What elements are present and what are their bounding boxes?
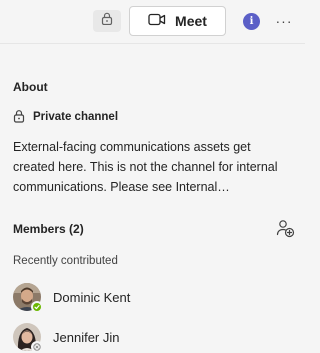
private-channel-lock-button[interactable] (93, 10, 121, 32)
recently-contributed-label: Recently contributed (13, 255, 118, 267)
members-heading: Members (2) (13, 222, 84, 236)
presence-offline-icon (31, 341, 43, 353)
info-icon[interactable]: i (243, 13, 260, 30)
avatar (13, 323, 43, 353)
member-item-jennifer-jin[interactable]: Jennifer Jin (13, 323, 120, 353)
lock-icon (13, 109, 25, 126)
video-camera-icon (148, 13, 166, 29)
channel-header: Meet i ··· (0, 0, 305, 44)
member-name: Jennifer Jin (53, 329, 120, 345)
presence-available-icon (31, 301, 43, 313)
channel-type-row: Private channel (13, 109, 118, 125)
avatar (13, 283, 43, 313)
meet-button-label: Meet (175, 13, 207, 29)
channel-description: External-facing communications assets ge… (13, 140, 278, 194)
member-item-dominic-kent[interactable]: Dominic Kent (13, 283, 131, 313)
add-member-icon[interactable] (275, 218, 295, 238)
more-options-icon[interactable]: ··· (274, 11, 294, 31)
channel-type-label: Private channel (33, 111, 119, 123)
meet-button[interactable]: Meet (129, 6, 226, 36)
about-heading: About (13, 80, 48, 94)
member-name: Dominic Kent (53, 289, 131, 305)
lock-icon (101, 12, 113, 30)
